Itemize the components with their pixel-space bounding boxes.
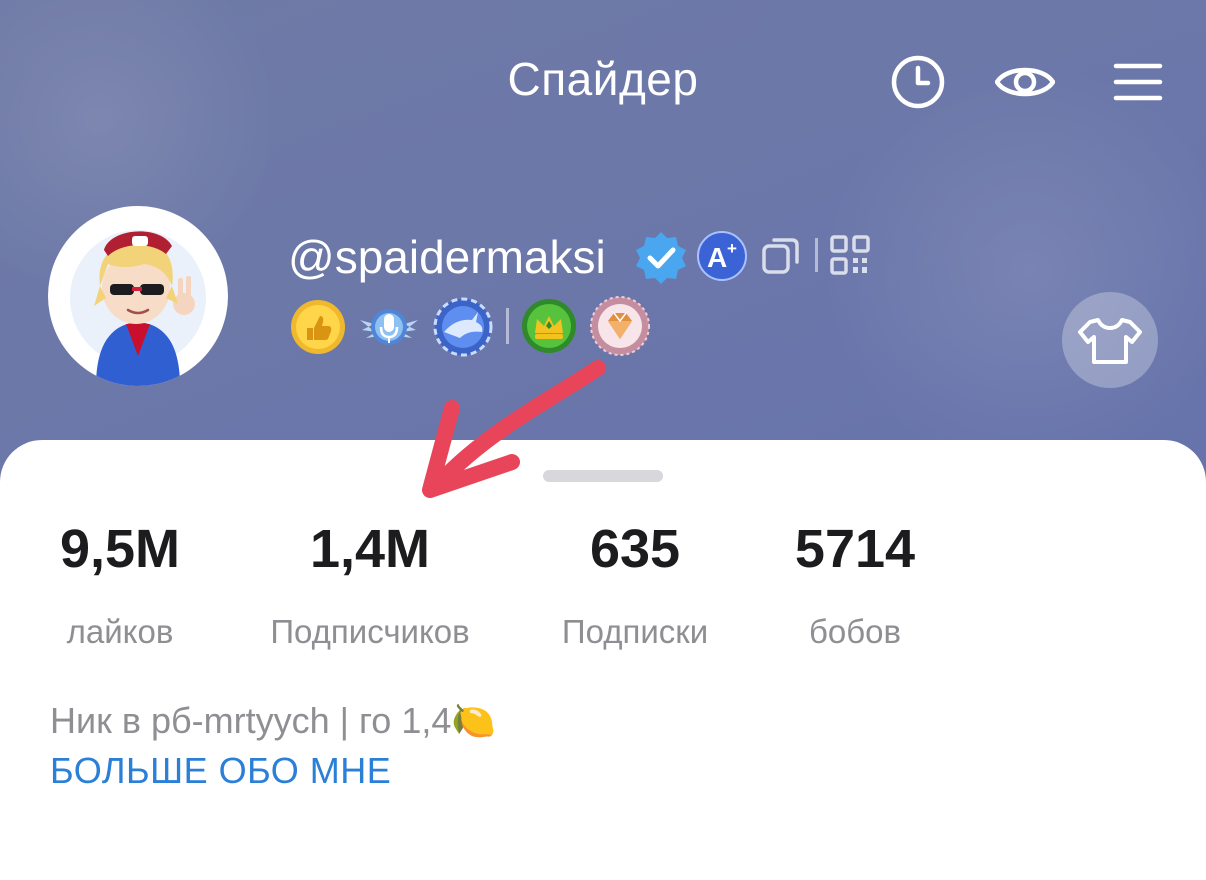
thumbs-up-medal[interactable] bbox=[289, 298, 347, 356]
crown-medal[interactable] bbox=[520, 297, 578, 355]
stat-label: Подписчиков bbox=[270, 613, 470, 650]
shirt-button[interactable] bbox=[1062, 292, 1158, 388]
stat-following[interactable]: 635 Подписки bbox=[540, 518, 730, 654]
qr-code-icon[interactable] bbox=[829, 234, 871, 276]
bio-text: Ник в рб-mrtyych | го 1,4🍋 bbox=[50, 700, 496, 742]
stat-likes[interactable]: 9,5M лайков bbox=[30, 518, 210, 654]
eye-icon[interactable] bbox=[995, 52, 1055, 112]
stat-label: лайков bbox=[66, 613, 174, 650]
shirt-icon bbox=[1078, 318, 1142, 364]
stat-followers[interactable]: 1,4M Подписчиков bbox=[250, 518, 490, 654]
username: @spaidermaksi bbox=[288, 231, 606, 283]
avatar[interactable] bbox=[48, 206, 228, 386]
bio-line: Ник в рб-mrtyych | го 1,4 bbox=[50, 700, 452, 741]
annotation-arrow bbox=[422, 360, 606, 498]
medal-divider bbox=[506, 308, 509, 344]
stat-value: 5714 bbox=[794, 519, 916, 579]
username-divider bbox=[815, 238, 818, 272]
stat-label: бобов bbox=[808, 613, 902, 650]
a-plus-badge[interactable]: A + bbox=[696, 230, 748, 282]
copy-icon[interactable] bbox=[760, 234, 802, 276]
shark-medal[interactable] bbox=[432, 296, 494, 358]
stat-label: Подписки bbox=[561, 613, 709, 650]
avatar-illustration bbox=[56, 214, 220, 386]
verified-badge[interactable] bbox=[632, 229, 690, 287]
menu-icon[interactable] bbox=[1108, 52, 1168, 112]
lemon-emoji: 🍋 bbox=[451, 700, 497, 741]
svg-text:+: + bbox=[727, 239, 737, 258]
svg-text:A: A bbox=[707, 242, 727, 273]
stat-beans[interactable]: 5714 бобов bbox=[770, 518, 940, 654]
clock-icon[interactable] bbox=[888, 52, 948, 112]
stat-value: 9,5M bbox=[59, 519, 181, 579]
microphone-medal[interactable] bbox=[358, 298, 420, 356]
diamond-medal[interactable] bbox=[589, 295, 651, 357]
more-about-me-link[interactable]: БОЛЬШЕ ОБО МНЕ bbox=[50, 750, 391, 792]
stat-value: 635 bbox=[589, 519, 681, 579]
stat-value: 1,4M bbox=[309, 519, 431, 579]
